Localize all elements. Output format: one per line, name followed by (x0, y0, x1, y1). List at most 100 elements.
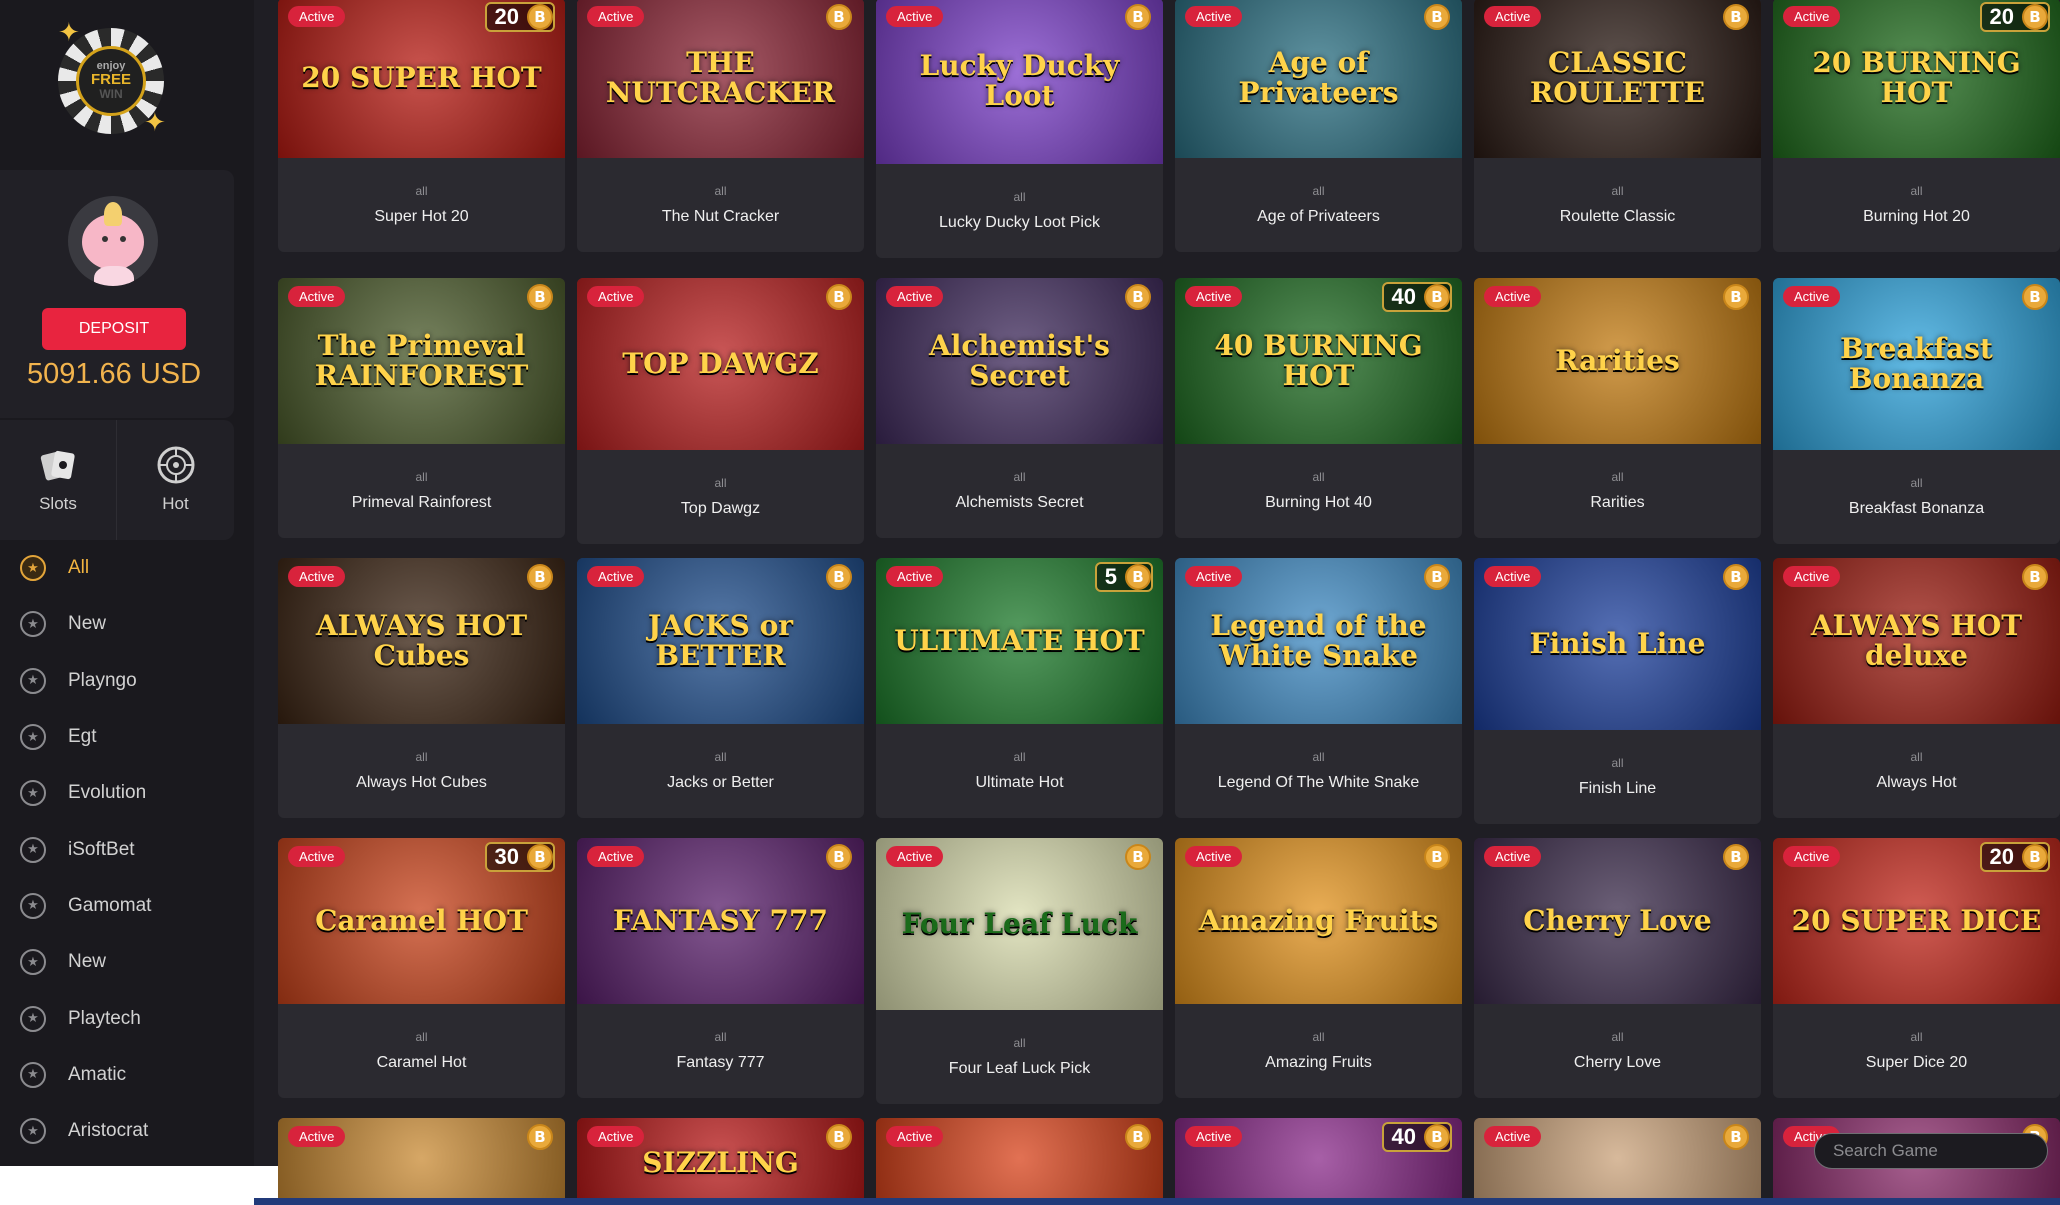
game-card[interactable]: SIZZLING Active B (577, 1118, 864, 1205)
game-card[interactable]: Caramel HOT Active 30 Ball Caramel Hot (278, 838, 565, 1098)
game-card[interactable]: The Primeval RAINFOREST Active Ball Primeva… (278, 278, 565, 538)
game-card[interactable]: Amazing Fruits Active Ball Amazing Fruits (1175, 838, 1462, 1098)
game-name[interactable]: Lucky Ducky Loot Pick (876, 214, 1163, 232)
game-name[interactable]: Legend Of The White Snake (1175, 774, 1462, 792)
game-art-title: ALWAYS HOT deluxe (1810, 609, 2023, 672)
game-name[interactable]: Ultimate Hot (876, 774, 1163, 792)
game-card[interactable]: ALWAYS HOT deluxe Active Ball Always Hot (1773, 558, 2060, 818)
game-name[interactable]: Amazing Fruits (1175, 1054, 1462, 1072)
game-name[interactable]: Primeval Rainforest (278, 494, 565, 512)
game-thumbnail[interactable]: Legend of the White Snake Active B (1175, 558, 1462, 724)
game-thumbnail[interactable]: Active B (1474, 1118, 1761, 1205)
game-card[interactable]: THE NUTCRACKER Active Ball The Nut Cracker (577, 0, 864, 252)
deposit-button[interactable]: DEPOSIT (42, 308, 186, 350)
game-name[interactable]: Fantasy 777 (577, 1054, 864, 1072)
game-thumbnail[interactable]: Four Leaf Luck Active B (876, 838, 1163, 1010)
game-thumbnail[interactable]: Cherry Love Active B (1474, 838, 1761, 1004)
game-thumbnail[interactable]: Lucky Ducky Loot Active B (876, 0, 1163, 164)
game-name[interactable]: Burning Hot 40 (1175, 494, 1462, 512)
game-thumbnail[interactable]: ALWAYS HOT deluxe Active B (1773, 558, 2060, 724)
game-card[interactable]: Legend of the White Snake Active Ball Legen… (1175, 558, 1462, 818)
game-thumbnail[interactable]: Age of Privateers Active B (1175, 0, 1462, 158)
game-card[interactable]: Cherry Love Active Ball Cherry Love (1474, 838, 1761, 1098)
game-name[interactable]: Super Hot 20 (278, 208, 565, 226)
game-thumbnail[interactable]: Finish Line Active B (1474, 558, 1761, 730)
game-name[interactable]: Always Hot (1773, 774, 2060, 792)
game-thumbnail[interactable]: The Primeval RAINFOREST Active B (278, 278, 565, 444)
game-thumbnail[interactable]: ALWAYS HOT Cubes Active B (278, 558, 565, 724)
game-thumbnail[interactable]: ULTIMATE HOT Active 5 B (876, 558, 1163, 724)
game-card[interactable]: 40 BURNING HOT Active 40 Ball Burning Hot 40 (1175, 278, 1462, 538)
game-name[interactable]: Rarities (1474, 494, 1761, 512)
game-name[interactable]: Alchemists Secret (876, 494, 1163, 512)
provider-item[interactable]: ★ Evolution (0, 765, 234, 821)
game-card[interactable]: 20 SUPER DICE Active 20 Ball Super Dice 20 (1773, 838, 2060, 1098)
provider-item[interactable]: ★ All (0, 540, 234, 596)
provider-item[interactable]: ★ Aristocrat (0, 1103, 234, 1159)
game-card[interactable]: Active 40 B (1175, 1118, 1462, 1205)
game-name[interactable]: Caramel Hot (278, 1054, 565, 1072)
game-card[interactable]: Active B (876, 1118, 1163, 1205)
game-name[interactable]: Breakfast Bonanza (1773, 500, 2060, 518)
game-thumbnail[interactable]: 20 SUPER HOT Active 20 B (278, 0, 565, 158)
game-card[interactable]: 20 SUPER HOT Active 20 Ball Super Hot 20 (278, 0, 565, 252)
game-thumbnail[interactable]: JACKS or BETTER Active B (577, 558, 864, 724)
game-card[interactable]: ULTIMATE HOT Active 5 Ball Ultimate Hot (876, 558, 1163, 818)
game-card[interactable]: 20 BURNING HOT Active 20 Ball Burning Hot 20 (1773, 0, 2060, 252)
game-thumbnail[interactable]: 20 BURNING HOT Active 20 B (1773, 0, 2060, 158)
game-name[interactable]: Cherry Love (1474, 1054, 1761, 1072)
game-card[interactable]: Lucky Ducky Loot Active Ball Lucky Ducky Lo… (876, 0, 1163, 258)
game-thumbnail[interactable]: Rarities Active B (1474, 278, 1761, 444)
game-card[interactable]: Finish Line Active Ball Finish Line (1474, 558, 1761, 824)
provider-item[interactable]: ★ iSoftBet (0, 821, 234, 877)
game-thumbnail[interactable]: Caramel HOT Active 30 B (278, 838, 565, 1004)
game-thumbnail[interactable]: TOP DAWGZ Active B (577, 278, 864, 450)
game-name[interactable]: Roulette Classic (1474, 208, 1761, 226)
game-thumbnail[interactable]: 20 SUPER DICE Active 20 B (1773, 838, 2060, 1004)
game-thumbnail[interactable]: Active B (278, 1118, 565, 1205)
game-thumbnail[interactable]: Alchemist's Secret Active B (876, 278, 1163, 444)
provider-item[interactable]: ★ Playngo (0, 653, 234, 709)
game-thumbnail[interactable]: 40 BURNING HOT Active 40 B (1175, 278, 1462, 444)
game-thumbnail[interactable]: FANTASY 777 Active B (577, 838, 864, 1004)
game-name[interactable]: Jacks or Better (577, 774, 864, 792)
game-card[interactable]: CLASSIC ROULETTE Active Ball Roulette Class… (1474, 0, 1761, 252)
game-card[interactable]: ALWAYS HOT Cubes Active Ball Always Hot Cub… (278, 558, 565, 818)
category-hot[interactable]: Hot (117, 420, 234, 540)
game-card[interactable]: JACKS or BETTER Active Ball Jacks or Better (577, 558, 864, 818)
game-card[interactable]: Alchemist's Secret Active Ball Alchemists S… (876, 278, 1163, 538)
game-card[interactable]: Active B (278, 1118, 565, 1205)
search-input[interactable] (1814, 1133, 2048, 1169)
game-thumbnail[interactable]: Active B (876, 1118, 1163, 1205)
provider-item[interactable]: ★ Egt (0, 709, 234, 765)
game-thumbnail[interactable]: Amazing Fruits Active B (1175, 838, 1462, 1004)
game-card[interactable]: FANTASY 777 Active Ball Fantasy 777 (577, 838, 864, 1098)
game-thumbnail[interactable]: Breakfast Bonanza Active B (1773, 278, 2060, 450)
game-thumbnail[interactable]: THE NUTCRACKER Active B (577, 0, 864, 158)
provider-item[interactable]: ★ Amatic (0, 1047, 234, 1103)
game-card[interactable]: TOP DAWGZ Active Ball Top Dawgz (577, 278, 864, 544)
game-card[interactable]: Breakfast Bonanza Active Ball Breakfast Bon… (1773, 278, 2060, 544)
lines-count: 40 (1391, 1124, 1416, 1149)
game-name[interactable]: Four Leaf Luck Pick (876, 1060, 1163, 1078)
game-card[interactable]: Age of Privateers Active Ball Age of Privat… (1175, 0, 1462, 252)
provider-item[interactable]: ★ Playtech (0, 990, 234, 1046)
game-name[interactable]: Always Hot Cubes (278, 774, 565, 792)
game-card[interactable]: Rarities Active Ball Rarities (1474, 278, 1761, 538)
provider-item[interactable]: ★ New (0, 934, 234, 990)
game-name[interactable]: Super Dice 20 (1773, 1054, 2060, 1072)
provider-item[interactable]: ★ Gamomat (0, 878, 234, 934)
game-card[interactable]: Four Leaf Luck Active Ball Four Leaf Luck P… (876, 838, 1163, 1104)
avatar[interactable] (68, 196, 158, 286)
game-name[interactable]: Burning Hot 20 (1773, 208, 2060, 226)
game-name[interactable]: Age of Privateers (1175, 208, 1462, 226)
game-name[interactable]: Top Dawgz (577, 500, 864, 518)
game-name[interactable]: Finish Line (1474, 780, 1761, 798)
game-thumbnail[interactable]: Active 40 B (1175, 1118, 1462, 1205)
game-thumbnail[interactable]: CLASSIC ROULETTE Active B (1474, 0, 1761, 158)
game-name[interactable]: The Nut Cracker (577, 208, 864, 226)
game-thumbnail[interactable]: SIZZLING Active B (577, 1118, 864, 1205)
game-card[interactable]: Active B (1474, 1118, 1761, 1205)
category-slots[interactable]: Slots (0, 420, 117, 540)
provider-item[interactable]: ★ New (0, 596, 234, 652)
